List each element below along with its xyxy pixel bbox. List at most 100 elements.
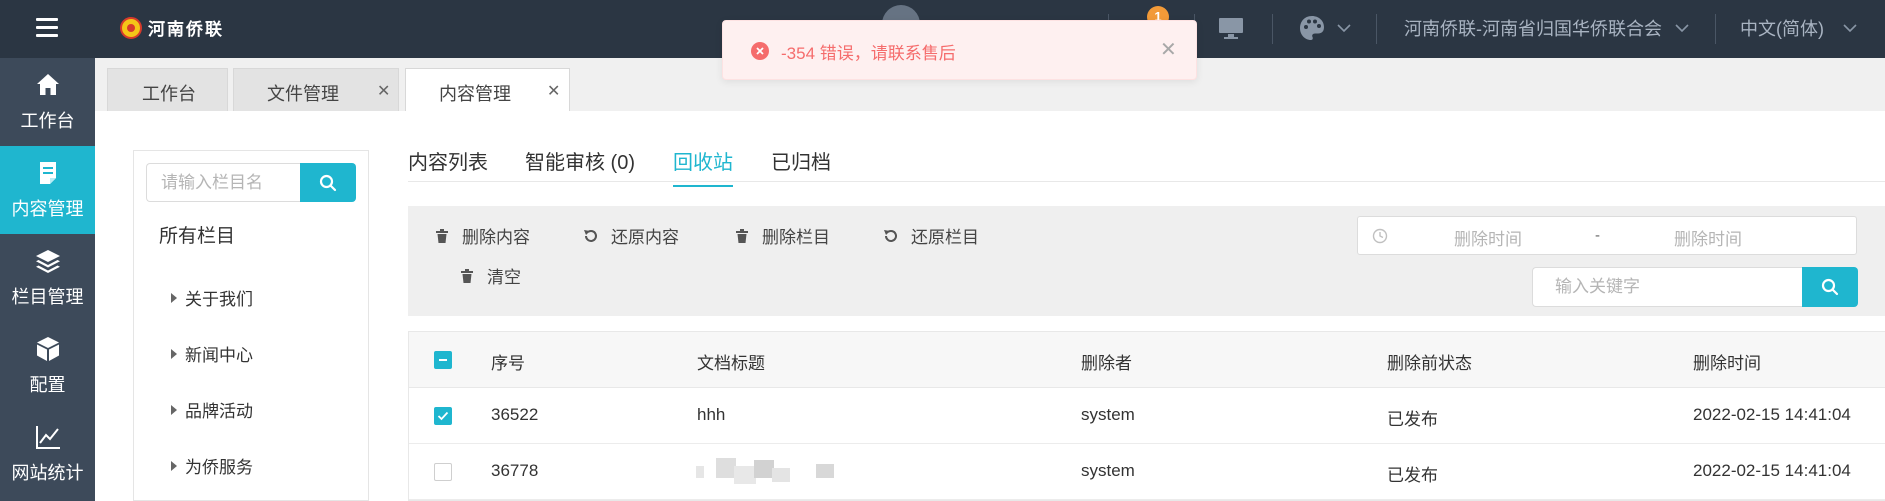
home-icon — [37, 74, 59, 95]
cell-delete-time: 2022-02-15 14:41:04 — [1693, 461, 1851, 480]
close-icon[interactable]: ✕ — [547, 81, 560, 101]
tab-workbench[interactable]: 工作台 — [107, 68, 228, 111]
restore-column-button[interactable]: 还原栏目 — [883, 223, 979, 248]
tree-node[interactable]: 关于我们 — [171, 285, 253, 310]
monitor-icon[interactable] — [1218, 16, 1244, 40]
menu-toggle-icon[interactable] — [36, 18, 58, 37]
sidebar: 工作台 内容管理 栏目管理 配置 网站统计 — [0, 58, 95, 501]
trash-icon — [436, 228, 448, 243]
keyword-search-button[interactable] — [1802, 267, 1858, 307]
table-header: 序号 文档标题 删除者 删除前状态 删除时间 — [409, 332, 1885, 388]
caret-right-icon[interactable] — [171, 349, 177, 359]
tab-file-management[interactable]: 文件管理 ✕ — [233, 68, 399, 111]
column-header[interactable]: 删除前状态 — [1387, 349, 1472, 374]
chevron-down-icon[interactable] — [1675, 23, 1689, 33]
sidebar-item-label: 配置 — [29, 375, 66, 395]
cell-id: 36778 — [491, 461, 539, 480]
delete-column-button[interactable]: 删除栏目 — [734, 223, 830, 248]
cell-status: 已发布 — [1387, 466, 1438, 485]
subtab-recycle-bin[interactable]: 回收站 — [673, 146, 733, 187]
sidebar-item-label: 网站统计 — [11, 463, 84, 483]
divider — [1715, 14, 1716, 44]
subtab-content-list[interactable]: 内容列表 — [408, 146, 488, 185]
select-all-checkbox[interactable] — [434, 351, 452, 369]
tree-root[interactable]: 所有栏目 — [159, 221, 235, 248]
chevron-down-icon[interactable] — [1843, 23, 1857, 33]
tab-label: 内容管理 — [439, 84, 511, 104]
cell-title-redacted[interactable] — [696, 458, 856, 484]
cell-deleter: system — [1081, 461, 1135, 480]
tree-node[interactable]: 品牌活动 — [171, 397, 253, 422]
divider — [1272, 14, 1273, 44]
sidebar-item-content-management[interactable]: 内容管理 — [0, 146, 95, 234]
sidebar-item-column-management[interactable]: 栏目管理 — [0, 234, 95, 322]
tab-label: 文件管理 — [267, 84, 339, 104]
undo-icon — [584, 229, 597, 242]
layers-icon — [36, 250, 60, 273]
date-end-field[interactable]: 删除时间 — [1674, 225, 1742, 250]
table-row[interactable]: 36522 hhh system 已发布 2022-02-15 14:41:04 — [409, 388, 1885, 444]
logo-text: 河南侨联 — [148, 20, 224, 39]
date-start-field[interactable]: 删除时间 — [1454, 225, 1522, 250]
column-header[interactable]: 删除时间 — [1693, 349, 1761, 374]
sidebar-item-label: 工作台 — [20, 111, 75, 131]
cube-icon — [37, 337, 59, 361]
language-selector[interactable]: 中文(简体) — [1740, 15, 1824, 41]
chart-icon — [36, 426, 60, 449]
trash-icon — [736, 228, 748, 243]
check-icon — [437, 411, 449, 421]
search-icon — [1821, 278, 1839, 296]
tree-node[interactable]: 为侨服务 — [171, 453, 253, 478]
row-checkbox[interactable] — [434, 463, 452, 481]
column-search-button[interactable] — [300, 163, 356, 202]
undo-icon — [884, 229, 897, 242]
column-header[interactable]: 序号 — [491, 349, 525, 374]
cell-deleter: system — [1081, 405, 1135, 424]
error-toast: -354 错误，请联系售后 ✕ — [722, 20, 1197, 80]
content-subtabs: 内容列表 智能审核 (0) 回收站 已归档 — [408, 146, 1885, 187]
row-checkbox[interactable] — [434, 407, 452, 425]
clock-icon — [1372, 228, 1388, 244]
clear-button[interactable]: 清空 — [459, 263, 521, 288]
tree-node[interactable]: 新闻中心 — [171, 341, 253, 366]
delete-content-button[interactable]: 删除内容 — [434, 223, 530, 248]
sidebar-item-label: 内容管理 — [11, 199, 84, 219]
close-icon[interactable]: ✕ — [1160, 37, 1177, 62]
cell-status: 已发布 — [1387, 410, 1438, 429]
close-icon[interactable]: ✕ — [377, 81, 390, 101]
tab-content-management[interactable]: 内容管理 ✕ — [405, 68, 570, 111]
column-header[interactable]: 文档标题 — [697, 349, 765, 374]
cell-delete-time: 2022-02-15 14:41:04 — [1693, 405, 1851, 424]
divider — [1376, 14, 1377, 44]
sidebar-item-workbench[interactable]: 工作台 — [0, 58, 95, 146]
column-search-input[interactable] — [146, 163, 300, 202]
caret-right-icon[interactable] — [171, 461, 177, 471]
search-icon — [319, 174, 337, 192]
restore-content-button[interactable]: 还原内容 — [583, 223, 679, 248]
toast-message: -354 错误，请联系售后 — [781, 44, 956, 63]
document-icon — [40, 162, 56, 184]
org-selector[interactable]: 河南侨联-河南省归国华侨联合会 — [1404, 15, 1662, 41]
palette-icon[interactable] — [1298, 14, 1326, 42]
column-tree-panel: 所有栏目 关于我们 新闻中心 品牌活动 为侨服务 — [133, 150, 369, 501]
sidebar-item-site-stats[interactable]: 网站统计 — [0, 410, 95, 498]
recycle-table: 序号 文档标题 删除者 删除前状态 删除时间 36522 hhh system … — [408, 331, 1885, 501]
cell-id: 36522 — [491, 405, 539, 424]
keyword-search-input[interactable] — [1532, 267, 1802, 307]
caret-right-icon[interactable] — [171, 293, 177, 303]
chevron-down-icon[interactable] — [1337, 23, 1351, 33]
trash-icon — [461, 268, 473, 283]
column-header[interactable]: 删除者 — [1081, 349, 1132, 374]
subtab-smart-review[interactable]: 智能审核 (0) — [525, 146, 635, 185]
sidebar-item-config[interactable]: 配置 — [0, 322, 95, 410]
error-icon — [751, 42, 769, 60]
tab-label: 工作台 — [142, 84, 196, 104]
caret-right-icon[interactable] — [171, 405, 177, 415]
delete-time-range-picker[interactable]: 删除时间 - 删除时间 — [1357, 216, 1857, 255]
cell-title[interactable]: hhh — [697, 405, 725, 425]
logo[interactable]: 河南侨联 — [120, 15, 224, 40]
table-row[interactable]: 36778 system 已发布 2022-02-15 14:41:04 — [409, 444, 1885, 500]
subtab-archived[interactable]: 已归档 — [771, 146, 831, 185]
emblem-icon — [120, 16, 142, 39]
sidebar-item-label: 栏目管理 — [11, 287, 84, 307]
